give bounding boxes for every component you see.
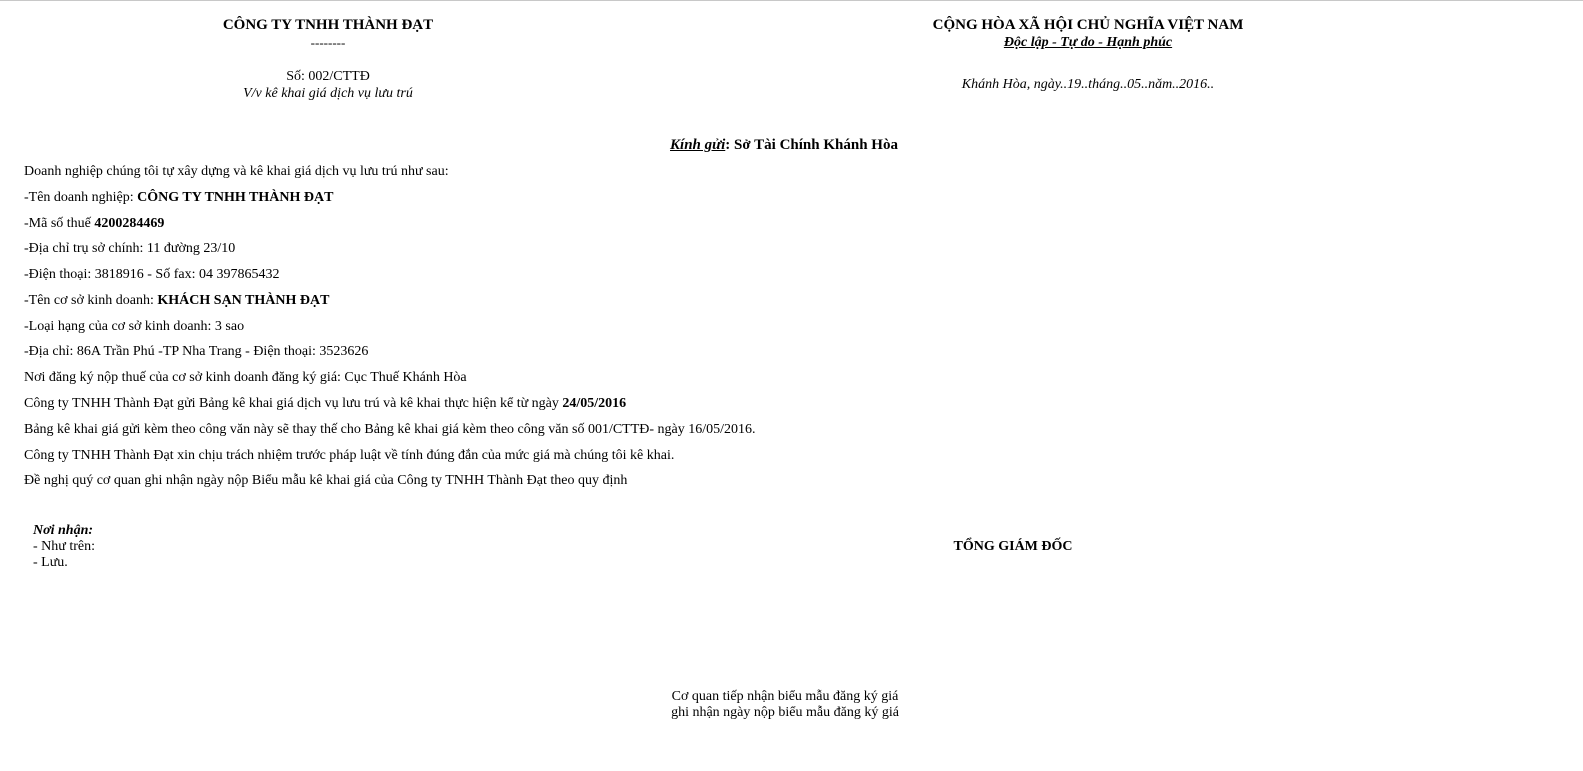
company-header-separator: -------- bbox=[310, 35, 346, 50]
document-number: Số: 002/CTTĐ bbox=[286, 69, 370, 84]
request-line: Đề nghị quý cơ quan ghi nhận ngày nộp Bi… bbox=[24, 473, 628, 488]
receiving-agency-note: Cơ quan tiếp nhận biểu mẫu đăng ký giá g… bbox=[585, 689, 985, 721]
nation-header: CỘNG HÒA XÃ HỘI CHỦ NGHĨA VIỆT NAM bbox=[932, 17, 1244, 33]
recipient-label: Kính gửi bbox=[670, 137, 726, 153]
replace-line: Bảng kê khai giá gửi kèm theo công văn n… bbox=[24, 422, 756, 437]
nation-motto: Độc lập - Tự do - Hạnh phúc bbox=[1003, 35, 1173, 50]
business-name-value: KHÁCH SẠN THÀNH ĐẠT bbox=[157, 293, 330, 308]
effective-date-line: Công ty TNHH Thành Đạt gửi Bảng kê khai … bbox=[24, 396, 626, 412]
phone-fax-line: -Điện thoại: 3818916 - Số fax: 04 397865… bbox=[24, 267, 280, 282]
recipients-list: Nơi nhận: - Như trên: - Lưu. bbox=[33, 523, 95, 571]
recipient-name: Sở Tài Chính Khánh Hòa bbox=[734, 137, 898, 153]
tax-code-line: -Mã số thuế 4200284469 bbox=[24, 216, 164, 232]
intro-line: Doanh nghiệp chúng tôi tự xây dựng và kê… bbox=[24, 164, 449, 179]
receiving-line-2: ghi nhận ngày nộp biểu mẫu đăng ký giá bbox=[671, 705, 899, 720]
receiving-line-1: Cơ quan tiếp nhận biểu mẫu đăng ký giá bbox=[671, 689, 899, 704]
tax-code-value: 4200284469 bbox=[94, 216, 165, 231]
tax-code-label: -Mã số thuế bbox=[24, 216, 95, 231]
recipients-label: Nơi nhận: bbox=[33, 523, 94, 538]
recipient-separator: : bbox=[725, 137, 735, 153]
business-name-label: -Tên cơ sở kinh doanh: bbox=[24, 293, 158, 308]
company-name-value: CÔNG TY TNHH THÀNH ĐẠT bbox=[137, 190, 334, 205]
main-address-line: -Địa chỉ trụ sở chính: 11 đường 23/10 bbox=[24, 241, 236, 256]
business-name-line: -Tên cơ sở kinh doanh: KHÁCH SẠN THÀNH Đ… bbox=[24, 293, 329, 309]
effective-date: 24/05/2016 bbox=[562, 396, 627, 411]
business-class-line: -Loại hạng của cơ sở kinh doanh: 3 sao bbox=[24, 319, 245, 334]
tax-office-line: Nơi đăng ký nộp thuế của cơ sở kinh doan… bbox=[24, 370, 467, 385]
company-name-line: -Tên doanh nghiệp: CÔNG TY TNHH THÀNH ĐẠ… bbox=[24, 190, 333, 206]
document-date: Khánh Hòa, ngày..19..tháng..05..năm..201… bbox=[961, 77, 1215, 92]
company-header: CÔNG TY TNHH THÀNH ĐẠT bbox=[222, 17, 434, 33]
effective-text: Công ty TNHH Thành Đạt gửi Bảng kê khai … bbox=[24, 396, 563, 411]
document-subject: V/v kê khai giá dịch vụ lưu trú bbox=[243, 86, 413, 101]
responsibility-line: Công ty TNHH Thành Đạt xin chịu trách nh… bbox=[24, 448, 675, 463]
company-name-label: -Tên doanh nghiệp: bbox=[24, 190, 138, 205]
recipient-line: Kính gửi: Sở Tài Chính Khánh Hòa bbox=[584, 137, 984, 154]
recipients-item: - Như trên: bbox=[33, 539, 96, 554]
recipients-item: - Lưu. bbox=[33, 555, 68, 570]
director-title: TỔNG GIÁM ĐỐC bbox=[953, 539, 1073, 554]
business-address-line: -Địa chỉ: 86A Trần Phú -TP Nha Trang - Đ… bbox=[24, 344, 369, 359]
top-border-line bbox=[0, 0, 1583, 1]
